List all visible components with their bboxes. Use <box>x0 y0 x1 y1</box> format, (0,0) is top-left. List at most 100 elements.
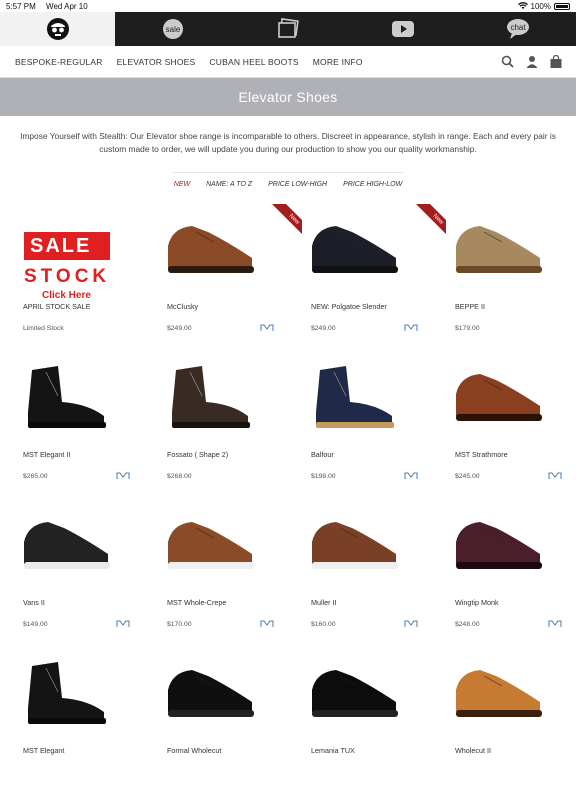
status-bar: 5:57 PM Wed Apr 10 100% <box>0 0 576 12</box>
brand-logo-icon <box>116 620 130 627</box>
product-image[interactable] <box>18 350 114 434</box>
sale-tag-icon: sale <box>162 19 183 39</box>
sale-label: SALE <box>24 232 110 260</box>
product-card[interactable]: New NEW: Polgatoe Slender $249.00 <box>306 202 450 350</box>
product-name[interactable]: Vans II <box>18 598 162 607</box>
user-account-icon[interactable] <box>526 55 538 68</box>
product-card[interactable]: BEPPE II $179.00 <box>450 202 576 350</box>
new-ribbon: New <box>416 204 446 234</box>
tab-home[interactable] <box>0 12 116 46</box>
product-card[interactable]: MST Elegant II $265.00 <box>18 350 162 498</box>
brand-logo-icon <box>116 472 130 479</box>
product-price: $249.00 <box>311 325 336 332</box>
product-card[interactable]: Formal Wholecut <box>162 646 306 794</box>
product-name[interactable]: NEW: Polgatoe Slender <box>306 302 450 311</box>
sort-new[interactable]: NEW <box>174 181 190 188</box>
product-image[interactable] <box>306 498 402 582</box>
product-name[interactable]: Wingtip Monk <box>450 598 576 607</box>
product-card[interactable]: Balfour $198.00 <box>306 350 450 498</box>
product-name[interactable]: MST Elegant II <box>18 450 162 459</box>
sale-tab-label: sale <box>165 25 180 34</box>
photos-icon <box>278 18 299 38</box>
main-menu: BESPOKE-REGULAR ELEVATOR SHOES CUBAN HEE… <box>0 46 576 78</box>
product-price: Limited Stock <box>23 325 64 332</box>
product-image[interactable] <box>306 202 402 286</box>
search-icon[interactable] <box>501 55 514 68</box>
product-card[interactable]: MST Whole-Crepe $170.00 <box>162 498 306 646</box>
product-card[interactable]: Vans II $149.00 <box>18 498 162 646</box>
battery-icon <box>554 2 570 10</box>
product-name[interactable]: Muller II <box>306 598 450 607</box>
product-card[interactable]: Muller II $160.00 <box>306 498 450 646</box>
product-image[interactable] <box>306 646 402 730</box>
product-image[interactable] <box>450 350 546 434</box>
click-here-link[interactable]: Click Here <box>42 290 91 301</box>
sort-name[interactable]: NAME: A TO Z <box>206 181 252 188</box>
top-icon-nav: sale chat <box>0 12 576 46</box>
product-card[interactable]: Wholecut II <box>450 646 576 794</box>
menu-item-bespoke[interactable]: BESPOKE-REGULAR <box>15 57 103 67</box>
product-image[interactable] <box>450 202 546 286</box>
brand-logo-icon <box>260 324 274 331</box>
sort-price-low-high[interactable]: PRICE LOW-HIGH <box>268 181 327 188</box>
product-card[interactable]: SALE STOCK Click Here APRIL STOCK SALE Limit… <box>18 202 162 350</box>
shopping-bag-icon[interactable] <box>550 55 562 68</box>
product-name[interactable]: MST Elegant <box>18 746 162 755</box>
product-image[interactable] <box>18 498 114 582</box>
tab-video[interactable] <box>346 12 461 46</box>
product-card[interactable]: Wingtip Monk $248.00 <box>450 498 576 646</box>
page-header-band: Elevator Shoes <box>0 78 576 116</box>
product-image[interactable] <box>162 646 258 730</box>
product-name[interactable]: Formal Wholecut <box>162 746 306 755</box>
tab-gallery[interactable] <box>230 12 345 46</box>
product-image[interactable] <box>306 350 402 434</box>
new-ribbon: New <box>272 204 302 234</box>
product-name[interactable]: Fossato ( Shape 2) <box>162 450 306 459</box>
tab-sale[interactable]: sale <box>115 12 230 46</box>
product-image[interactable] <box>18 646 114 730</box>
product-price: $179.00 <box>455 325 480 332</box>
product-name[interactable]: Balfour <box>306 450 450 459</box>
product-image[interactable] <box>450 498 546 582</box>
product-image[interactable] <box>162 202 258 286</box>
tab-chat[interactable]: chat <box>461 12 576 46</box>
product-card[interactable]: MST Elegant <box>18 646 162 794</box>
product-card[interactable]: MST Strathmore $245.00 <box>450 350 576 498</box>
product-price: $198.00 <box>311 473 336 480</box>
product-name[interactable]: APRIL STOCK SALE <box>18 302 162 311</box>
menu-item-elevator[interactable]: ELEVATOR SHOES <box>117 57 196 67</box>
product-card[interactable]: Fossato ( Shape 2) $268.00 <box>162 350 306 498</box>
product-card[interactable]: New McClusky $249.00 <box>162 202 306 350</box>
sort-price-high-low[interactable]: PRICE HIGH-LOW <box>343 181 402 188</box>
page-title: Elevator Shoes <box>238 89 338 105</box>
product-name[interactable]: MST Whole-Crepe <box>162 598 306 607</box>
skull-logo-icon <box>46 18 69 40</box>
product-name[interactable]: Wholecut II <box>450 746 576 755</box>
menu-item-more-info[interactable]: MORE INFO <box>313 57 363 67</box>
brand-logo-icon <box>548 620 562 627</box>
product-name[interactable]: McClusky <box>162 302 306 311</box>
product-grid: SALE STOCK Click Here APRIL STOCK SALE Limit… <box>18 202 570 794</box>
stock-sale-banner[interactable]: SALE STOCK Click Here <box>18 202 118 301</box>
product-image[interactable] <box>162 498 258 582</box>
product-name[interactable]: BEPPE II <box>450 302 576 311</box>
product-name[interactable]: MST Strathmore <box>450 450 576 459</box>
product-price: $170.00 <box>167 621 192 628</box>
battery-percent: 100% <box>530 1 551 11</box>
product-image[interactable] <box>450 646 546 730</box>
menu-item-cuban[interactable]: CUBAN HEEL BOOTS <box>209 57 298 67</box>
product-price: $268.00 <box>167 473 192 480</box>
product-price: $149.00 <box>23 621 48 628</box>
product-price: $265.00 <box>23 473 48 480</box>
brand-logo-icon <box>260 620 274 627</box>
brand-logo-icon <box>404 324 418 331</box>
product-image[interactable] <box>162 350 258 434</box>
product-price: $160.00 <box>311 621 336 628</box>
brand-logo-icon <box>404 620 418 627</box>
brand-logo-icon <box>404 472 418 479</box>
youtube-play-icon <box>392 21 415 37</box>
product-name[interactable]: Lemania TUX <box>306 746 450 755</box>
wifi-icon <box>517 2 528 9</box>
sort-bar: NEW NAME: A TO Z PRICE LOW-HIGH PRICE HI… <box>173 172 403 188</box>
product-card[interactable]: Lemania TUX <box>306 646 450 794</box>
